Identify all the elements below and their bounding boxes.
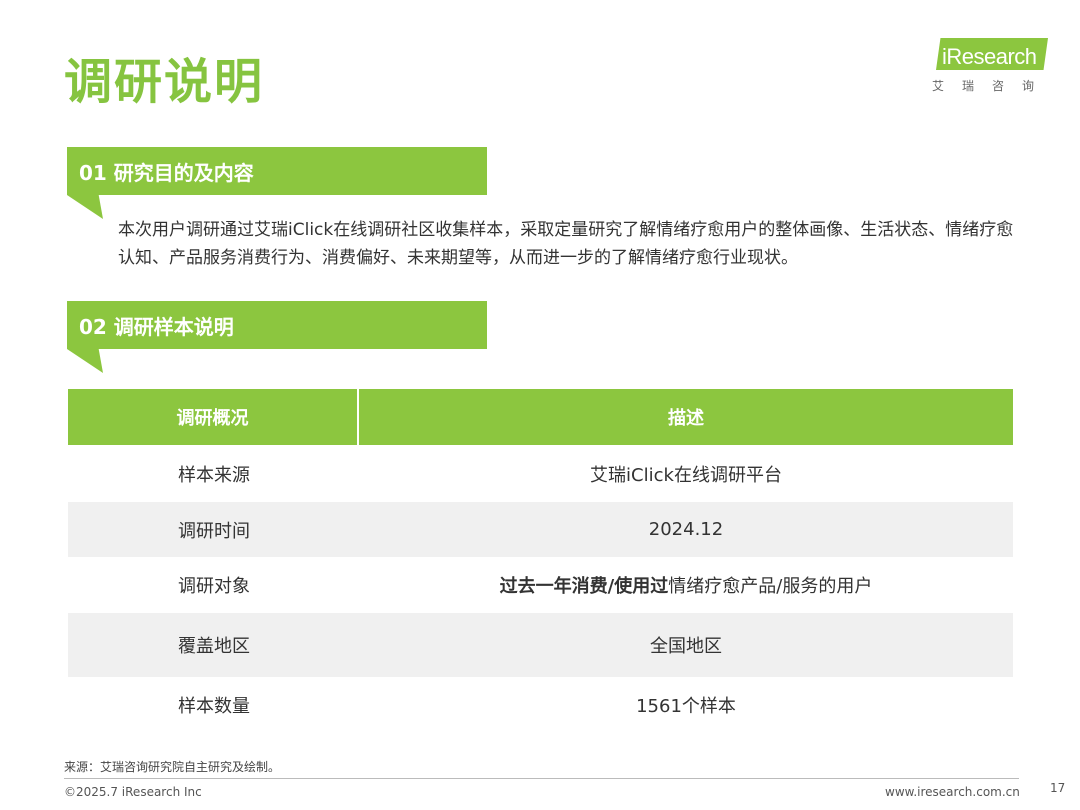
row-value: 2024.12 [648, 519, 724, 540]
section-fold-decoration [67, 349, 103, 373]
footer-divider [64, 778, 1019, 779]
row-value: 艾瑞iClick在线调研平台 [590, 464, 782, 486]
table-row: 调研时间 2024.12 [68, 502, 1013, 557]
table-row: 调研对象 过去一年消费/使用过情绪疗愈产品/服务的用户 [68, 557, 1013, 613]
section-heading-purpose: 01 研究目的及内容 [67, 147, 487, 195]
logo-name: iResearch [942, 44, 1037, 69]
section-body-text: 本次用户调研通过艾瑞iClick在线调研社区收集样本，采取定量研究了解情绪疗愈用… [118, 220, 1014, 268]
logo-banner: iResearch [936, 38, 1048, 70]
table-header-description: 描述 [359, 389, 1013, 445]
source-note: 来源：艾瑞咨询研究院自主研究及绘制。 [64, 760, 281, 774]
section-fold-decoration [67, 195, 103, 219]
table-row: 覆盖地区 全国地区 [68, 613, 1013, 677]
table-row: 样本数量 1561个样本 [68, 677, 1013, 733]
table-row: 样本来源 艾瑞iClick在线调研平台 [68, 445, 1013, 502]
section-heading-sample: 02 调研样本说明 [67, 301, 487, 349]
row-value: 过去一年消费/使用过情绪疗愈产品/服务的用户 [359, 572, 1013, 598]
sample-table: 调研概况 描述 样本来源 艾瑞iClick在线调研平台 调研时间 2024.12… [68, 389, 1013, 733]
row-label: 样本数量 [178, 696, 250, 717]
page-title: 调研说明 [64, 54, 265, 110]
table-header-row: 调研概况 描述 [68, 389, 1013, 445]
table-header-overview: 调研概况 [68, 389, 357, 445]
iresearch-logo: iResearch 艾瑞咨询 [928, 34, 1052, 96]
row-label: 调研对象 [178, 576, 250, 597]
row-value-rest: 情绪疗愈产品/服务的用户 [668, 576, 873, 597]
row-value: 全国地区 [650, 636, 722, 657]
row-label: 覆盖地区 [178, 636, 250, 657]
row-label: 调研时间 [178, 520, 250, 542]
website-link[interactable]: www.iresearch.com.cn [885, 785, 1020, 799]
page-number: 17 [1050, 781, 1066, 795]
row-value-bold: 过去一年消费/使用过 [499, 576, 669, 597]
row-value: 1561个样本 [636, 696, 736, 717]
copyright: ©2025.7 iResearch Inc [64, 785, 202, 799]
row-label: 样本来源 [178, 464, 250, 486]
logo-subtitle: 艾瑞咨询 [932, 79, 1053, 93]
